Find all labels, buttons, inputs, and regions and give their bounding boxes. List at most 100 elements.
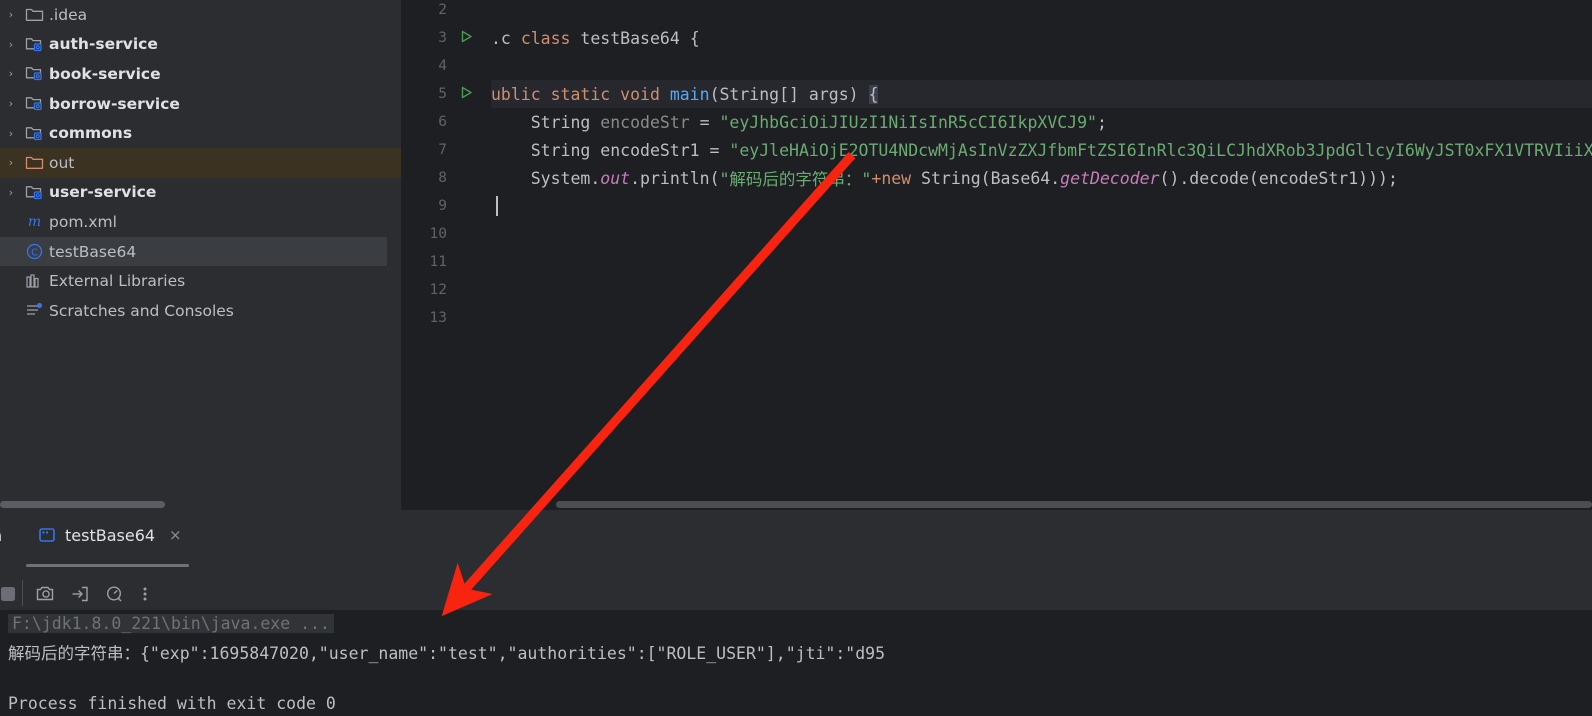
chevron-right-icon[interactable]: › [0, 68, 22, 79]
svg-text:m: m [27, 214, 40, 230]
module-folder-icon [25, 38, 42, 52]
gutter-line-6[interactable]: 6 [401, 108, 491, 136]
console-output-line: 解码后的字符串：{"exp":1695847020,"user_name":"t… [8, 644, 886, 663]
scratches-icon [22, 301, 46, 320]
run-tab-left-fragment[interactable]: n [0, 510, 2, 560]
chevron-right-icon[interactable]: › [0, 39, 22, 50]
project-tree-panel[interactable]: › .idea › auth-service › book-service › borrow-… [0, 0, 401, 510]
chevron-right-icon[interactable]: › [0, 157, 22, 168]
tree-item-label: testBase64 [49, 242, 137, 261]
export-icon[interactable] [66, 580, 94, 608]
close-icon[interactable]: × [169, 526, 182, 544]
console-output[interactable]: F:\jdk1.8.0_221\bin\java.exe ... 解码后的字符串… [0, 610, 1592, 716]
module-folder-icon [25, 97, 42, 111]
profiler-icon[interactable] [100, 580, 128, 608]
run-gutter-icon[interactable] [447, 29, 479, 47]
run-tab-bar[interactable]: n testBase64 × [0, 510, 1592, 567]
chevron-right-icon[interactable]: › [0, 128, 22, 139]
scrollbar-thumb[interactable] [556, 501, 1592, 508]
gutter-line-9[interactable]: 9 [401, 192, 491, 220]
line-number: 11 [429, 254, 447, 270]
line-number: 5 [438, 86, 447, 102]
tree-item-borrow-service[interactable]: › borrow-service [0, 89, 401, 119]
gutter-line-2[interactable]: 2 [401, 0, 491, 24]
gutter-line-8[interactable]: 8 [401, 164, 491, 192]
scrollbar-thumb[interactable] [0, 501, 165, 508]
tree-item-testbase64[interactable]: ›CtestBase64 [0, 236, 387, 267]
chevron-right-icon[interactable]: › [0, 187, 22, 198]
code-line-5[interactable]: ublic static void main (String[] args) { [491, 80, 879, 108]
gutter-line-7[interactable]: 7 [401, 136, 491, 164]
tree-item-external-libraries[interactable]: ›External Libraries [0, 266, 401, 296]
run-configuration-icon [38, 526, 56, 544]
stop-icon[interactable] [0, 580, 22, 608]
code-token: { [689, 28, 700, 48]
editor-gutter[interactable]: 2 3 4 5 6 7 8 9 10 11 12 13 [401, 0, 491, 510]
tree-item-book-service[interactable]: › book-service [0, 59, 401, 89]
text-caret [496, 196, 498, 216]
line-number: 10 [429, 226, 447, 242]
editor-horizontal-scrollbar[interactable] [401, 499, 1592, 510]
gutter-line-3[interactable]: 3 [401, 24, 491, 52]
module-folder-icon [22, 64, 46, 83]
code-string: "eyJhbGciOiJIUzI1NiIsInR5cCI6IkpXVCJ9" [719, 112, 1098, 132]
code-operator: + [871, 168, 882, 188]
module-folder-icon [25, 126, 42, 140]
code-keyword: class [520, 28, 571, 48]
svg-text:C: C [31, 248, 38, 259]
chevron-right-icon[interactable]: › [0, 9, 22, 20]
more-options-icon[interactable] [131, 580, 159, 608]
tree-item-scratches-and-consoles[interactable]: ›Scratches and Consoles [0, 296, 401, 326]
code-line-8[interactable]: System. out .println("解码后的字符串：" + new String… [491, 164, 1398, 192]
tree-item-commons[interactable]: › commons [0, 118, 401, 148]
module-folder-icon [22, 35, 46, 54]
folder-orange-icon [25, 157, 43, 170]
java-class-icon: C [22, 242, 46, 261]
active-tab-underline [26, 564, 189, 567]
code-editor[interactable]: 2 3 4 5 6 7 8 9 10 11 12 13 .c class testBase64 { ub… [401, 0, 1592, 510]
line-number: 2 [438, 2, 447, 18]
tree-item-label: out [49, 153, 75, 172]
folder-orange-icon [22, 153, 46, 172]
gutter-line-10[interactable]: 10 [401, 220, 491, 248]
project-tree[interactable]: › .idea › auth-service › book-service › borrow-… [0, 0, 401, 326]
chevron-right-icon[interactable]: › [0, 98, 22, 109]
code-method-italic: getDecoder [1060, 168, 1160, 188]
sidebar-horizontal-scrollbar[interactable] [0, 499, 401, 510]
code-line-6[interactable]: String encodeStr = "eyJhbGciOiJIUzI1NiIs… [491, 108, 1107, 136]
console-command-line: F:\jdk1.8.0_221\bin\java.exe ... [8, 614, 334, 633]
code-line-3[interactable]: .c class testBase64 { [491, 24, 700, 52]
gutter-line-4[interactable]: 4 [401, 52, 491, 80]
folder-icon [25, 9, 43, 22]
code-token: String encodeStr1 = [491, 140, 730, 160]
gutter-line-5[interactable]: 5 [401, 80, 491, 108]
tree-item-label: book-service [49, 64, 161, 83]
tree-item-label: External Libraries [49, 272, 186, 291]
run-tab-testbase64[interactable]: testBase64 × [38, 510, 182, 560]
line-number: 9 [438, 198, 447, 214]
code-token: .println( [630, 168, 720, 188]
code-token: .c [491, 28, 521, 48]
gutter-line-12[interactable]: 12 [401, 276, 491, 304]
line-number: 12 [429, 282, 447, 298]
tree-item-idea[interactable]: › .idea [0, 0, 401, 30]
tree-item-user-service[interactable]: › user-service [0, 178, 401, 208]
module-folder-icon [25, 67, 42, 81]
gutter-line-13[interactable]: 13 [401, 304, 491, 332]
code-token: ().decode(encodeStr1))); [1159, 168, 1398, 188]
tree-item-out[interactable]: › out [0, 147, 401, 178]
libraries-icon [22, 272, 46, 291]
camera-icon[interactable] [32, 580, 60, 608]
tree-item-pom-xml[interactable]: ›mpom.xml [0, 207, 401, 237]
module-folder-icon [22, 94, 46, 113]
run-gutter-icon[interactable] [447, 85, 479, 103]
java-class-icon: C [26, 243, 42, 260]
run-tool-window: n testBase64 × [0, 510, 1592, 716]
maven-m-icon: m [27, 214, 40, 230]
tree-item-label: Scratches and Consoles [49, 301, 234, 320]
gutter-line-11[interactable]: 11 [401, 248, 491, 276]
tree-item-auth-service[interactable]: › auth-service [0, 30, 401, 60]
module-folder-icon [22, 183, 46, 202]
code-line-7[interactable]: String encodeStr1 = "eyJleHAiOjE2OTU4NDc… [491, 136, 1592, 164]
code-token: String(Base64. [911, 168, 1061, 188]
